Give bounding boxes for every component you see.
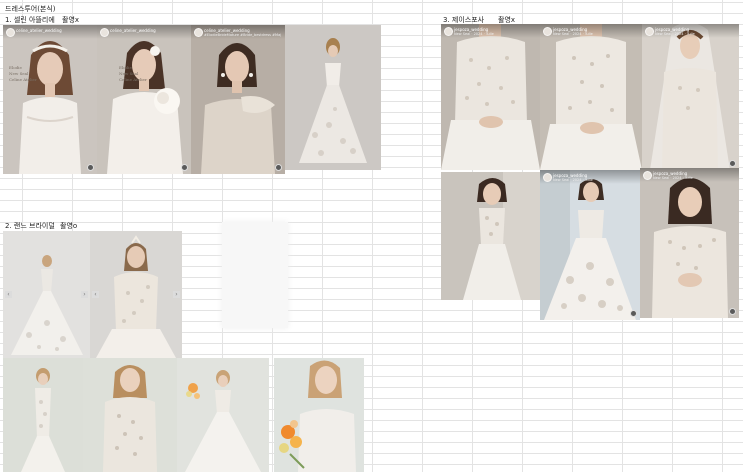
card-header: celine_atelier_wedding #ElodieBrideMatur… xyxy=(191,25,285,39)
jespoza-photo-5[interactable]: jespoza_wedding New Seal · 2024 · Tulle xyxy=(540,170,640,320)
jespoza-photo-6[interactable]: jespoza_wedding New Seal · 2024 · Tulle xyxy=(640,168,739,318)
avatar xyxy=(643,171,652,180)
jespoza-photo-3[interactable]: jespoza_wedding New Seal · 2024 · Tulle xyxy=(642,24,739,170)
jespoza-photo-2[interactable]: jespoza_wedding New Seal · 2024 · Tulle xyxy=(540,24,642,170)
laine-photo-1[interactable]: ‹ › xyxy=(3,231,90,358)
celine-photo-1[interactable]: celine_atelier_wedding Elodie New Seal C… xyxy=(3,25,97,174)
post-caption: New Seal · 2024 · Tulle xyxy=(553,178,593,182)
carousel-dot-icon xyxy=(729,160,736,167)
laine-photo-4[interactable] xyxy=(83,358,177,472)
sheet-title[interactable]: 드레스투어(본식) xyxy=(5,5,56,14)
chevron-right-icon[interactable]: › xyxy=(81,290,88,298)
card-header: jespoza_wedding New Seal · 2024 · Tulle xyxy=(441,24,540,38)
chevron-left-icon[interactable]: ‹ xyxy=(5,290,12,298)
celine-photo-3[interactable]: celine_atelier_wedding #ElodieBrideMatur… xyxy=(191,25,285,174)
card-header: celine_atelier_wedding xyxy=(97,25,191,39)
card-header: jespoza_wedding New Seal · 2024 · Tulle xyxy=(540,24,642,38)
laine-photo-2[interactable]: ‹ › xyxy=(90,231,182,358)
avatar xyxy=(543,173,552,182)
avatar xyxy=(6,28,15,37)
chevron-left-icon[interactable]: ‹ xyxy=(92,290,99,298)
post-caption: New Seal · 2024 · Tulle xyxy=(655,32,695,36)
section-label-celine[interactable]: 1. 셀린 아뜰리에 xyxy=(5,16,55,25)
post-caption: #ElodieBrideMature #Bride_bestdress #Maj xyxy=(204,33,282,37)
post-caption: New Seal · 2024 · Tulle xyxy=(553,32,593,36)
carousel-dot-icon xyxy=(630,310,637,317)
carousel-dot-icon xyxy=(275,164,282,171)
chevron-right-icon[interactable]: › xyxy=(173,290,180,298)
photo-overlay-text: Elodie New Seal Celine Atelier xyxy=(119,65,147,82)
avatar xyxy=(543,27,552,36)
card-header: jespoza_wedding New Seal · 2024 · Tulle xyxy=(540,170,640,184)
photo-overlay-text: Elodie New Seal Celine Atelier xyxy=(9,65,37,82)
empty-image-placeholder xyxy=(222,222,288,328)
card-header: jespoza_wedding New Seal · 2024 · Tulle xyxy=(640,168,739,182)
post-caption: New Seal · 2024 · Tulle xyxy=(454,32,494,36)
card-header: jespoza_wedding New Seal · 2024 · Tulle xyxy=(642,24,739,38)
post-caption: New Seal · 2024 · Tulle xyxy=(653,176,693,180)
laine-photo-3[interactable] xyxy=(3,358,83,472)
laine-photo-6[interactable] xyxy=(274,358,364,472)
section-label-laine[interactable]: 2. 랜느 브라이덜 xyxy=(5,222,55,231)
section-status-laine[interactable]: 촬영o xyxy=(60,222,77,231)
section-status-celine[interactable]: 촬영x xyxy=(62,16,79,25)
carousel-dot-icon xyxy=(181,164,188,171)
laine-photo-5[interactable] xyxy=(177,358,269,472)
card-header: celine_atelier_wedding xyxy=(3,25,97,39)
celine-photo-4[interactable] xyxy=(285,25,381,170)
avatar xyxy=(645,27,654,36)
carousel-dot-icon xyxy=(87,164,94,171)
avatar xyxy=(100,28,109,37)
celine-photo-2[interactable]: celine_atelier_wedding Elodie New Seal C… xyxy=(97,25,191,174)
carousel-dot-icon xyxy=(729,308,736,315)
avatar xyxy=(194,28,203,37)
account-name: celine_atelier_wedding xyxy=(16,28,62,33)
avatar xyxy=(444,27,453,36)
jespoza-photo-4[interactable] xyxy=(441,172,540,300)
account-name: celine_atelier_wedding xyxy=(110,28,156,33)
jespoza-photo-1[interactable]: jespoza_wedding New Seal · 2024 · Tulle xyxy=(441,24,540,170)
